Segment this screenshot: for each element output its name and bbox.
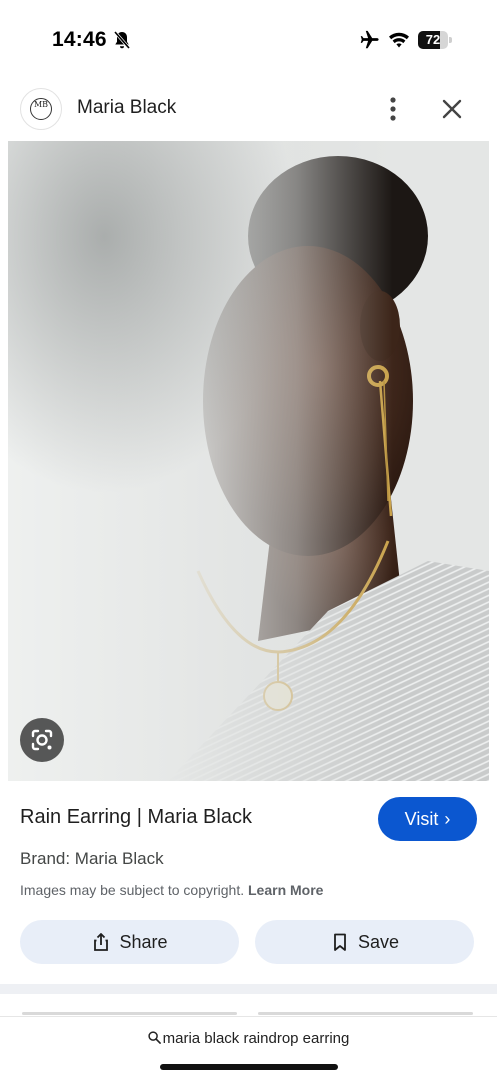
share-label: Share <box>119 931 168 952</box>
google-lens-icon <box>31 729 53 751</box>
share-button[interactable]: Share <box>20 920 239 964</box>
battery-icon: 72 <box>418 31 452 49</box>
share-icon <box>94 933 109 951</box>
status-time: 14:46 <box>52 28 107 51</box>
result-title[interactable]: Rain Earring | Maria Black <box>20 806 252 829</box>
battery-level: 72 <box>425 32 441 47</box>
airplane-icon <box>360 30 379 49</box>
product-photo <box>8 141 489 781</box>
more-vert-icon[interactable] <box>381 95 405 123</box>
related-results-strip[interactable] <box>0 994 497 1018</box>
close-icon[interactable] <box>438 95 466 123</box>
home-indicator[interactable] <box>160 1064 338 1070</box>
wifi-icon <box>389 32 409 48</box>
copyright-notice: Images may be subject to copyright. Lear… <box>20 882 323 898</box>
learn-more-link[interactable]: Learn More <box>248 882 323 898</box>
site-header: MB Maria Black <box>0 82 497 136</box>
product-image[interactable] <box>8 141 489 781</box>
lens-button[interactable] <box>20 718 64 762</box>
bell-slash-icon <box>113 31 131 49</box>
save-label: Save <box>357 931 400 952</box>
search-query: maria black raindrop earring <box>162 1030 350 1047</box>
site-name[interactable]: Maria Black <box>77 97 176 119</box>
status-bar: 14:46 72 <box>0 0 497 80</box>
section-divider <box>0 984 497 994</box>
visit-label: Visit <box>404 809 439 829</box>
chevron-right-icon: › <box>444 809 451 829</box>
bookmark-icon <box>334 933 346 951</box>
related-card-edge <box>22 1012 237 1015</box>
site-logo[interactable]: MB <box>20 88 62 130</box>
related-card-edge <box>258 1012 473 1015</box>
save-button[interactable]: Save <box>255 920 474 964</box>
browser-address-bar[interactable]: maria black raindrop earring <box>0 1016 497 1080</box>
visit-button[interactable]: Visit › <box>378 797 477 841</box>
search-icon <box>147 1031 161 1044</box>
site-logo-mark: MB <box>30 98 52 120</box>
brand-line: Brand: Maria Black <box>20 849 164 868</box>
copyright-text: Images may be subject to copyright. <box>20 882 245 898</box>
